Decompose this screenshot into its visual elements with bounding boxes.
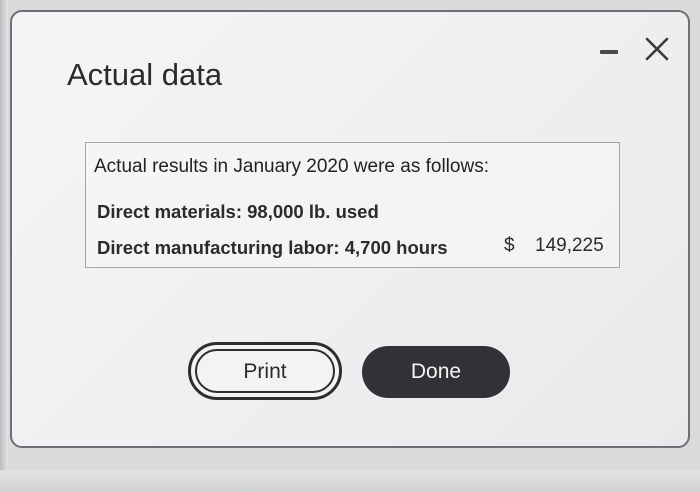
done-button[interactable]: Done <box>362 346 510 398</box>
minimize-icon[interactable] <box>600 46 622 56</box>
close-icon[interactable] <box>642 34 672 64</box>
actual-data-dialog: Actual data Actual results in January 20… <box>10 10 690 448</box>
actual-results-panel: Actual results in January 2020 were as f… <box>85 142 620 268</box>
intro-text: Actual results in January 2020 were as f… <box>94 156 489 177</box>
direct-materials-line: Direct materials: 98,000 lb. used <box>97 201 379 222</box>
background-surface <box>0 470 700 492</box>
done-button-label: Done <box>410 360 462 383</box>
print-button[interactable]: Print <box>188 342 342 400</box>
print-button-label: Print <box>243 360 287 383</box>
direct-labor-line: Direct manufacturing labor: 4,700 hours <box>97 237 448 258</box>
background-window-edge <box>0 0 8 492</box>
dialog-title: Actual data <box>67 57 223 92</box>
labor-cost-amount: 149,225 <box>535 235 604 256</box>
currency-symbol: $ <box>504 235 515 256</box>
